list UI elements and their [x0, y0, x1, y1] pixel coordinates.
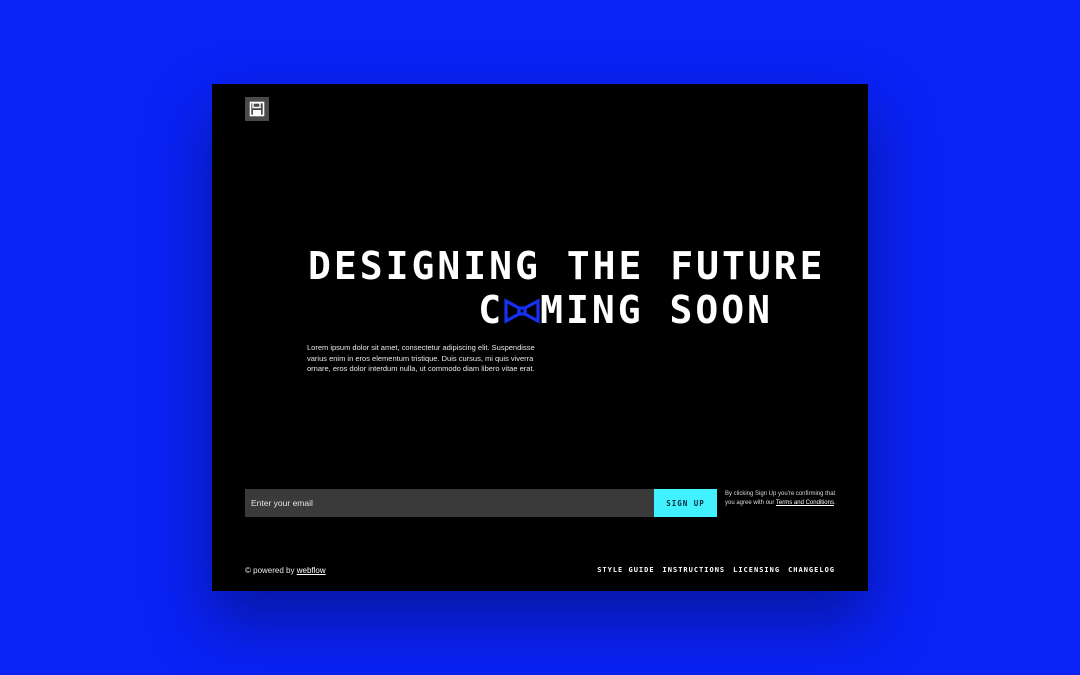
webflow-link[interactable]: webflow — [297, 566, 326, 575]
pixel-bow-icon — [504, 298, 540, 324]
footer-link-instructions[interactable]: INSTRUCTIONS — [663, 566, 726, 574]
legal-suffix: . — [833, 500, 836, 506]
floppy-disk-icon[interactable] — [245, 97, 269, 121]
title-rest: MING SOON — [540, 288, 773, 332]
powered-text: powered by — [250, 566, 297, 575]
title-line-2: C MING SOON — [308, 288, 773, 332]
email-field[interactable] — [245, 489, 654, 517]
powered-by: © powered by webflow — [245, 566, 326, 575]
footer-link-licensing[interactable]: LICENSING — [733, 566, 780, 574]
terms-link[interactable]: Terms and Conditions — [776, 500, 834, 506]
sign-up-button[interactable]: SIGN UP — [654, 489, 717, 517]
floppy-disk-icon-graphic — [249, 101, 265, 117]
title-letter-c: C — [478, 288, 505, 332]
footer-link-style-guide[interactable]: STYLE GUIDE — [597, 566, 654, 574]
footer-nav: STYLE GUIDE INSTRUCTIONS LICENSING CHANG… — [597, 566, 835, 574]
landing-card: DESIGNING THE FUTURE C MING SOON Lorem i… — [212, 84, 868, 591]
title-line-1: DESIGNING THE FUTURE — [308, 244, 826, 288]
hero-description: Lorem ipsum dolor sit amet, consectetur … — [307, 343, 535, 373]
legal-notice: By clicking Sign Up you're confirming th… — [725, 490, 837, 508]
signup-form: SIGN UP — [245, 489, 717, 517]
footer-link-changelog[interactable]: CHANGELOG — [788, 566, 835, 574]
page-title: DESIGNING THE FUTURE C MING SOON — [308, 244, 826, 332]
